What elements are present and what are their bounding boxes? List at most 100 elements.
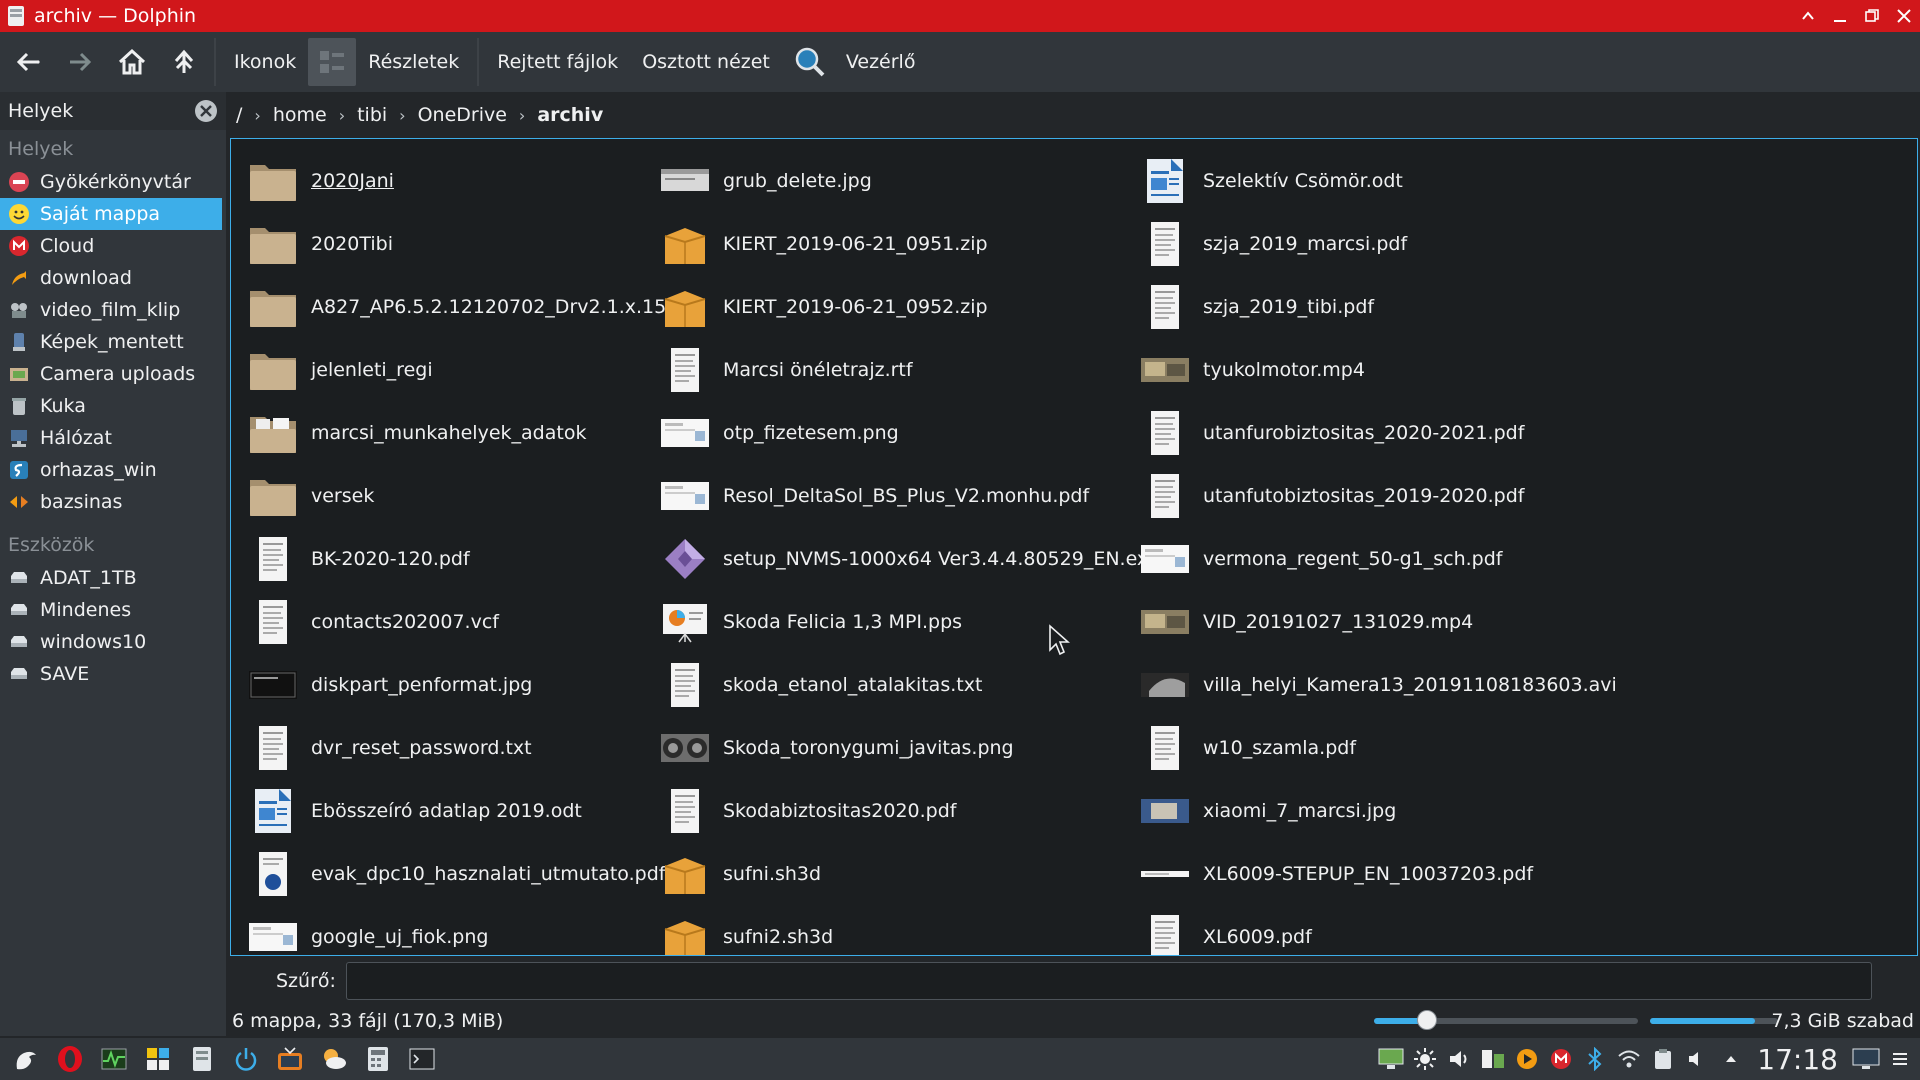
breadcrumb-current[interactable]: archiv — [529, 104, 611, 126]
file-item[interactable]: szja_2019_tibi.pdf — [1139, 275, 1617, 338]
file-item[interactable]: vermona_regent_50-g1_sch.pdf — [1139, 527, 1617, 590]
file-item[interactable]: utanfutobiztositas_2019-2020.pdf — [1139, 464, 1617, 527]
panel-menu-button[interactable] — [1886, 1044, 1914, 1074]
file-view[interactable]: 2020Jani 2020Tibi A827_AP6.5.2.12120702_Dr… — [230, 138, 1918, 956]
tray-show-desktop[interactable] — [1852, 1044, 1880, 1074]
tray-display[interactable] — [1377, 1044, 1405, 1074]
split-view-button[interactable]: Osztott nézet — [630, 38, 782, 86]
file-item[interactable]: XL6009-STEPUP_EN_10037203.pdf — [1139, 842, 1617, 905]
file-item[interactable]: marcsi_munkahelyek_adatok — [247, 401, 678, 464]
taskbar-app-grid[interactable] — [140, 1041, 176, 1077]
breadcrumb-home[interactable]: home — [265, 104, 335, 126]
breadcrumb-tibi[interactable]: tibi — [349, 104, 395, 126]
title-bar[interactable]: archiv — Dolphin — [0, 0, 1920, 32]
tray-brightness[interactable] — [1411, 1044, 1439, 1074]
file-item[interactable]: Skoda Felicia 1,3 MPI.pps — [659, 590, 1159, 653]
file-item[interactable]: XL6009.pdf — [1139, 905, 1617, 955]
place-network[interactable]: Hálózat — [0, 422, 226, 454]
file-item[interactable]: BK-2020-120.pdf — [247, 527, 678, 590]
forward-button[interactable] — [56, 38, 104, 86]
taskbar-power[interactable] — [228, 1041, 264, 1077]
file-item[interactable]: setup_NVMS-1000x64 Ver3.4.4.80529_EN.exe — [659, 527, 1159, 590]
place-root[interactable]: Gyökérkönyvtár — [0, 166, 226, 198]
details-view-button[interactable]: Részletek — [356, 38, 471, 86]
minimize-button[interactable] — [1824, 0, 1856, 32]
file-item[interactable]: Ebösszeíró adatlap 2019.odt — [247, 779, 678, 842]
taskbar-opera[interactable] — [52, 1041, 88, 1077]
place-cloud[interactable]: Cloud — [0, 230, 226, 262]
app-launcher-button[interactable] — [8, 1041, 44, 1077]
search-button[interactable] — [786, 38, 834, 86]
filter-input[interactable] — [345, 962, 1872, 1000]
file-item[interactable]: versek — [247, 464, 678, 527]
file-item[interactable]: Szelektív Csömör.odt — [1139, 149, 1617, 212]
place-home[interactable]: Saját mappa — [0, 198, 222, 230]
icons-view-button[interactable]: Ikonok — [222, 38, 308, 86]
file-item[interactable]: Skodabiztositas2020.pdf — [659, 779, 1159, 842]
file-item[interactable]: szja_2019_marcsi.pdf — [1139, 212, 1617, 275]
file-item[interactable]: A827_AP6.5.2.12120702_Drv2.1.x.159 — [247, 275, 678, 338]
file-item[interactable]: otp_fizetesem.png — [659, 401, 1159, 464]
tray-media[interactable] — [1513, 1044, 1541, 1074]
file-item[interactable]: Resol_DeltaSol_BS_Plus_V2.monhu.pdf — [659, 464, 1159, 527]
chevron-right-icon[interactable]: › — [395, 106, 409, 125]
tray-clipboard[interactable] — [1649, 1044, 1677, 1074]
chevron-right-icon[interactable]: › — [335, 106, 349, 125]
file-item[interactable]: KIERT_2019-06-21_0951.zip — [659, 212, 1159, 275]
tray-audio[interactable] — [1683, 1044, 1711, 1074]
file-item[interactable]: contacts202007.vcf — [247, 590, 678, 653]
taskbar-file-manager[interactable] — [184, 1041, 220, 1077]
tray-expand[interactable] — [1717, 1044, 1745, 1074]
file-item[interactable]: diskpart_penformat.jpg — [247, 653, 678, 716]
file-item[interactable]: villa_helyi_Kamera13_20191108183603.avi — [1139, 653, 1617, 716]
clock[interactable]: 17:18 — [1757, 1043, 1838, 1076]
file-item[interactable]: sufni.sh3d — [659, 842, 1159, 905]
tray-package-updates[interactable] — [1479, 1044, 1507, 1074]
close-panel-icon[interactable] — [194, 99, 218, 123]
file-item[interactable]: skoda_etanol_atalakitas.txt — [659, 653, 1159, 716]
tray-bluetooth[interactable] — [1581, 1044, 1609, 1074]
file-item[interactable]: VID_20191027_131029.mp4 — [1139, 590, 1617, 653]
place-pictures[interactable]: Képek_mentett — [0, 326, 226, 358]
taskbar-terminal[interactable] — [404, 1041, 440, 1077]
home-button[interactable] — [108, 38, 156, 86]
zoom-slider-handle[interactable] — [1416, 1010, 1437, 1030]
up-button[interactable] — [160, 38, 208, 86]
file-item[interactable]: utanfurobiztositas_2020-2021.pdf — [1139, 401, 1617, 464]
place-orhazas-win[interactable]: orhazas_win — [0, 454, 226, 486]
close-button[interactable] — [1888, 0, 1920, 32]
file-item[interactable]: KIERT_2019-06-21_0952.zip — [659, 275, 1159, 338]
hidden-files-button[interactable]: Rejtett fájlok — [485, 38, 630, 86]
file-item[interactable]: Marcsi önéletrajz.rtf — [659, 338, 1159, 401]
file-item[interactable]: tyukolmotor.mp4 — [1139, 338, 1617, 401]
file-item[interactable]: google_uj_fiok.png — [247, 905, 678, 955]
keep-above-button[interactable] — [1792, 0, 1824, 32]
maximize-button[interactable] — [1856, 0, 1888, 32]
device-mindenes[interactable]: Mindenes — [0, 594, 226, 626]
file-item[interactable]: dvr_reset_password.txt — [247, 716, 678, 779]
compact-view-button[interactable] — [308, 38, 357, 86]
file-item[interactable]: Skoda_toronygumi_javitas.png — [659, 716, 1159, 779]
chevron-right-icon[interactable]: › — [250, 106, 264, 125]
place-video[interactable]: video_film_klip — [0, 294, 226, 326]
tray-volume[interactable] — [1445, 1044, 1473, 1074]
taskbar-calculator[interactable] — [360, 1041, 396, 1077]
file-item[interactable]: jelenleti_regi — [247, 338, 678, 401]
back-button[interactable] — [4, 38, 52, 86]
place-trash[interactable]: Kuka — [0, 390, 226, 422]
taskbar-weather[interactable] — [316, 1041, 352, 1077]
chevron-right-icon[interactable]: › — [515, 106, 529, 125]
place-bazsinas[interactable]: bazsinas — [0, 486, 226, 518]
device-adat-1tb[interactable]: ADAT_1TB — [0, 562, 226, 594]
taskbar-tv[interactable] — [272, 1041, 308, 1077]
file-item[interactable]: sufni2.sh3d — [659, 905, 1159, 955]
taskbar-system-monitor[interactable] — [96, 1041, 132, 1077]
file-item[interactable]: 2020Tibi — [247, 212, 678, 275]
file-item[interactable]: 2020Jani — [247, 149, 678, 212]
place-download[interactable]: download — [0, 262, 226, 294]
zoom-slider[interactable] — [1374, 1010, 1638, 1030]
breadcrumb-onedrive[interactable]: OneDrive — [410, 104, 515, 126]
breadcrumb-root[interactable]: / — [228, 104, 250, 126]
tray-network[interactable] — [1615, 1044, 1643, 1074]
file-item[interactable]: w10_szamla.pdf — [1139, 716, 1617, 779]
